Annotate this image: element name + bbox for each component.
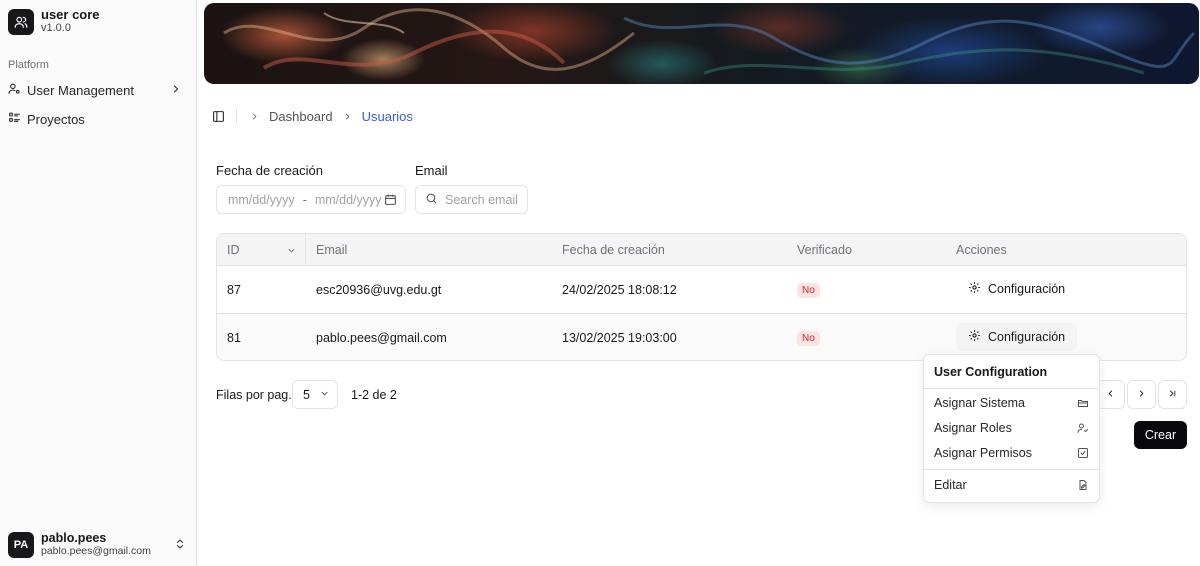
user-menu[interactable]: PA pablo.pees pablo.pees@gmail.com (8, 531, 188, 558)
sidebar-item-label: User Management (27, 82, 134, 98)
breadcrumb: Dashboard Usuarios (212, 108, 413, 124)
cell-email: esc20936@uvg.edu.gt (316, 283, 442, 297)
avatar: PA (8, 531, 34, 558)
app-version: v1.0.0 (41, 22, 71, 34)
sidebar-item-proyectos[interactable]: Proyectos (0, 106, 196, 132)
chevrons-up-down-icon (174, 538, 186, 553)
chevron-left-icon (1105, 387, 1116, 402)
menu-divider (924, 388, 1099, 389)
cell-date: 24/02/2025 18:08:12 (562, 283, 677, 297)
chevron-right-icon (342, 111, 353, 122)
sidebar-item-user-management[interactable]: User Management (0, 77, 196, 103)
chevron-down-icon (319, 388, 330, 402)
email-filter-label: Email (415, 163, 448, 178)
breadcrumb-divider (236, 108, 237, 124)
user-check-icon (1077, 422, 1089, 437)
chevron-right-icon (249, 111, 260, 122)
square-check-icon (1077, 447, 1089, 462)
chevron-down-icon[interactable] (286, 244, 297, 259)
menu-item-label: Editar (934, 478, 967, 492)
table-row[interactable]: 87 esc20936@uvg.edu.gt 24/02/2025 18:08:… (217, 266, 1186, 314)
sidebar-toggle-icon[interactable] (212, 110, 225, 123)
menu-item-label: Asignar Roles (934, 421, 1012, 435)
breadcrumb-dashboard[interactable]: Dashboard (269, 109, 333, 124)
status-badge: No (797, 283, 820, 298)
menu-divider (924, 469, 1099, 470)
column-header-actions: Acciones (956, 243, 1007, 257)
gear-icon (968, 329, 981, 345)
status-badge: No (797, 331, 820, 346)
menu-item-label: Asignar Sistema (934, 396, 1026, 410)
search-icon (425, 192, 438, 208)
date-end-field[interactable]: mm/dd/yyyy (315, 193, 382, 207)
date-range-input[interactable]: mm/dd/yyyy - mm/dd/yyyy (216, 185, 406, 214)
user-email: pablo.pees@gmail.com (41, 545, 151, 557)
file-edit-icon (1077, 479, 1089, 494)
rows-per-page-label: Filas por pag. (216, 388, 292, 402)
chevron-last-icon (1167, 387, 1178, 402)
column-divider (305, 234, 306, 266)
app-name: user core (41, 7, 100, 22)
cell-email: pablo.pees@gmail.com (316, 331, 447, 345)
previous-page-button[interactable] (1096, 380, 1125, 409)
users-icon (8, 8, 34, 35)
sidebar-item-label: Proyectos (27, 111, 85, 127)
column-header-date: Fecha de creación (562, 243, 665, 257)
menu-item-editar[interactable]: Editar (924, 473, 1099, 497)
cell-date: 13/02/2025 19:03:00 (562, 331, 677, 345)
date-separator: - (302, 192, 307, 207)
button-label: Configuración (988, 330, 1066, 344)
configuracion-button[interactable]: Configuración (956, 275, 1077, 303)
column-header-id[interactable]: ID (227, 243, 240, 257)
chevron-right-icon (170, 83, 182, 98)
column-header-email: Email (316, 243, 348, 257)
menu-title: User Configuration (934, 365, 1048, 379)
folder-open-icon (1077, 397, 1089, 412)
table-header: ID Email Fecha de creación Verificado Ac… (217, 234, 1186, 266)
user-settings-icon (8, 82, 21, 98)
chevron-right-icon (1136, 387, 1147, 402)
menu-item-asignar-permisos[interactable]: Asignar Permisos (924, 441, 1099, 465)
list-icon (8, 111, 21, 127)
menu-item-label: Asignar Permisos (934, 446, 1032, 460)
rows-per-page-value: 5 (303, 387, 310, 402)
banner-pattern-icon (223, 8, 1196, 75)
user-name: pablo.pees (41, 531, 107, 545)
rows-per-page-select[interactable]: 5 (292, 380, 338, 409)
user-configuration-menu: User Configuration Asignar Sistema Asign… (923, 354, 1100, 503)
breadcrumb-usuarios: Usuarios (361, 108, 413, 124)
email-search[interactable] (415, 185, 528, 214)
gear-icon (968, 281, 981, 297)
sidebar: user core v1.0.0 Platform User Managemen… (0, 0, 197, 566)
date-start-field[interactable]: mm/dd/yyyy (228, 193, 295, 207)
menu-item-asignar-roles[interactable]: Asignar Roles (924, 416, 1099, 440)
configuracion-button[interactable]: Configuración (956, 323, 1078, 351)
users-table: ID Email Fecha de creación Verificado Ac… (216, 233, 1187, 361)
brand[interactable]: user core v1.0.0 (8, 8, 100, 35)
menu-item-asignar-sistema[interactable]: Asignar Sistema (924, 391, 1099, 415)
calendar-icon[interactable] (384, 193, 397, 209)
cell-id: 87 (227, 283, 241, 297)
pagination-range: 1-2 de 2 (351, 388, 397, 402)
create-button[interactable]: Crear (1134, 421, 1187, 449)
sidebar-group-label: Platform (8, 59, 49, 71)
search-email-input[interactable] (445, 192, 525, 207)
next-page-button[interactable] (1127, 380, 1156, 409)
column-header-verified: Verificado (797, 243, 852, 257)
cell-id: 81 (227, 331, 241, 345)
date-filter-label: Fecha de creación (216, 163, 323, 178)
last-page-button[interactable] (1158, 380, 1187, 409)
header-banner (204, 3, 1199, 84)
button-label: Configuración (988, 282, 1066, 296)
